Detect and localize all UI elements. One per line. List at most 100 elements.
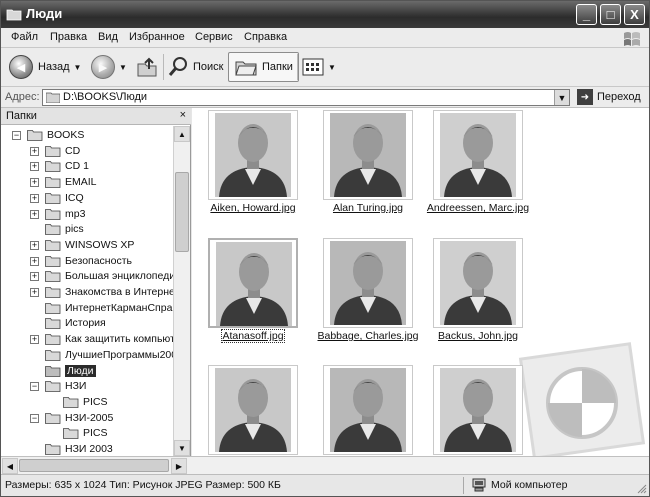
expand-icon[interactable]: + <box>30 178 39 188</box>
file-thumbnail[interactable] <box>323 365 413 455</box>
file-name-label[interactable]: Aiken, Howard.jpg <box>193 202 313 214</box>
tree-item[interactable]: + Как защитить компьюте <box>1 332 173 348</box>
forward-dropdown-icon[interactable]: ▼ <box>119 63 127 72</box>
file-thumbnail[interactable] <box>323 110 413 200</box>
views-dropdown-icon[interactable]: ▼ <box>328 63 336 72</box>
expand-icon[interactable]: + <box>30 193 39 203</box>
maximize-button[interactable]: □ <box>600 4 621 25</box>
menu-favorites[interactable]: Избранное <box>129 31 185 43</box>
folder-icon <box>63 428 79 440</box>
scroll-thumb[interactable] <box>175 172 189 252</box>
search-button[interactable]: Поиск <box>167 52 223 82</box>
tree-item[interactable]: + CD 1 <box>1 159 173 175</box>
file-thumbnail[interactable] <box>208 365 298 455</box>
close-pane-icon[interactable]: × <box>180 109 186 121</box>
address-dropdown-icon[interactable]: ▼ <box>554 90 569 105</box>
file-name-label[interactable]: Babbage, Charles.jpg <box>308 330 428 342</box>
tree-item[interactable]: pics <box>1 222 173 238</box>
folder-icon <box>45 318 61 330</box>
file-thumbnail[interactable] <box>323 238 413 328</box>
scroll-down-icon[interactable]: ▼ <box>174 440 190 456</box>
back-dropdown-icon[interactable]: ▼ <box>74 63 82 72</box>
up-folder-button[interactable] <box>135 52 159 82</box>
tree-item[interactable]: ИнтернетКарманСправ2 <box>1 301 173 317</box>
expand-icon[interactable]: + <box>30 256 39 266</box>
minimize-button[interactable]: _ <box>576 4 597 25</box>
file-name-label[interactable]: Alan Turing.jpg <box>308 202 428 214</box>
tree-item-label: Люди <box>65 364 96 377</box>
expand-icon[interactable]: + <box>30 146 39 156</box>
views-button[interactable]: ▼ <box>302 52 336 82</box>
tree-item[interactable]: PICS <box>1 426 173 442</box>
collapse-icon[interactable]: − <box>30 413 39 423</box>
tree-item[interactable]: + Знакомства в Интернете <box>1 285 173 301</box>
scroll-left-icon[interactable]: ◀ <box>2 458 18 474</box>
tree-item[interactable]: НЗИ 2003 <box>1 442 173 456</box>
folder-icon <box>45 334 61 345</box>
tree-item[interactable]: − BOOKS <box>1 128 173 144</box>
tree-item[interactable]: + WINSOWS XP <box>1 238 173 254</box>
folders-pane-title: Папки <box>6 110 37 122</box>
close-button[interactable]: X <box>624 4 645 25</box>
file-thumbnail[interactable] <box>433 110 523 200</box>
tree-item[interactable]: Люди <box>1 364 173 380</box>
tree-item[interactable]: PICS <box>1 395 173 411</box>
scroll-thumb[interactable] <box>19 459 169 472</box>
file-name-label[interactable]: Backus, John.jpg <box>418 330 538 342</box>
back-button[interactable]: ◀ Назад ▼ <box>9 52 81 82</box>
tree-item[interactable]: ЛучшиеПрограммы2004 <box>1 348 173 364</box>
title-bar[interactable]: Люди _ □ X <box>1 1 649 28</box>
tree-item[interactable]: − НЗИ <box>1 379 173 395</box>
menu-edit[interactable]: Правка <box>50 31 87 43</box>
tree-item-label: Знакомства в Интернете <box>65 286 173 298</box>
portrait-image <box>330 113 406 197</box>
folders-horizontal-scrollbar[interactable]: ◀ ▶ <box>1 456 649 474</box>
expand-icon[interactable]: + <box>30 162 39 172</box>
tree-item[interactable]: + ICQ <box>1 191 173 207</box>
tree-item-label: Большая энциклопедия <box>65 270 173 283</box>
status-text: Размеры: 635 x 1024 Тип: Рисунок JPEG Ра… <box>5 479 281 491</box>
collapse-icon[interactable]: − <box>12 131 21 140</box>
collapse-icon[interactable]: − <box>30 382 39 392</box>
tree-item[interactable]: + EMAIL <box>1 175 173 191</box>
tree-item-label: ЛучшиеПрограммы2004 <box>65 348 173 361</box>
tree-item[interactable]: + mp3 <box>1 207 173 223</box>
tree-item[interactable]: + CD <box>1 144 173 160</box>
menu-help[interactable]: Справка <box>244 31 287 43</box>
scroll-right-icon[interactable]: ▶ <box>171 458 187 474</box>
go-button[interactable]: ➜ Переход <box>577 89 641 105</box>
forward-button[interactable]: ▶ ▼ <box>91 52 127 82</box>
expand-icon[interactable]: + <box>30 240 39 250</box>
file-thumbnail[interactable] <box>208 110 298 200</box>
expand-icon[interactable]: + <box>30 272 39 282</box>
expand-icon[interactable]: + <box>30 335 39 345</box>
tree-item[interactable]: История <box>1 316 173 332</box>
menu-view[interactable]: Вид <box>98 31 118 43</box>
tree-item[interactable]: − НЗИ-2005 <box>1 411 173 427</box>
maximize-icon: □ <box>606 7 615 22</box>
menu-file[interactable]: Файл <box>11 31 38 43</box>
expand-icon[interactable]: + <box>30 288 39 297</box>
tree-item[interactable]: + Большая энциклопедия <box>1 269 173 285</box>
menu-tools[interactable]: Сервис <box>195 31 233 43</box>
expand-icon[interactable]: + <box>30 209 39 219</box>
file-thumbnail[interactable] <box>433 238 523 328</box>
folder-icon <box>45 177 61 188</box>
tree-item-label: НЗИ <box>65 380 87 393</box>
search-label: Поиск <box>193 61 224 73</box>
file-name: Atanasoff.jpg <box>221 329 285 343</box>
scroll-up-icon[interactable]: ▲ <box>174 126 190 142</box>
back-arrow-icon: ◀ <box>9 55 33 79</box>
tree-item-label: CD 1 <box>65 160 89 173</box>
folders-button[interactable]: Папки <box>228 52 299 82</box>
portrait-image <box>215 113 291 197</box>
resize-grip-icon[interactable] <box>637 484 647 494</box>
portrait-image <box>440 113 516 197</box>
file-name-label[interactable]: Andreessen, Marc.jpg <box>418 202 538 214</box>
file-thumbnail[interactable] <box>208 238 298 328</box>
address-input[interactable]: D:\BOOKS\Люди ▼ <box>42 89 570 106</box>
file-thumbnail[interactable] <box>433 365 523 455</box>
tree-item[interactable]: + Безопасность <box>1 254 173 270</box>
file-name-label[interactable]: Atanasoff.jpg <box>193 329 313 343</box>
folders-vertical-scrollbar[interactable]: ▲ ▼ <box>173 126 190 456</box>
